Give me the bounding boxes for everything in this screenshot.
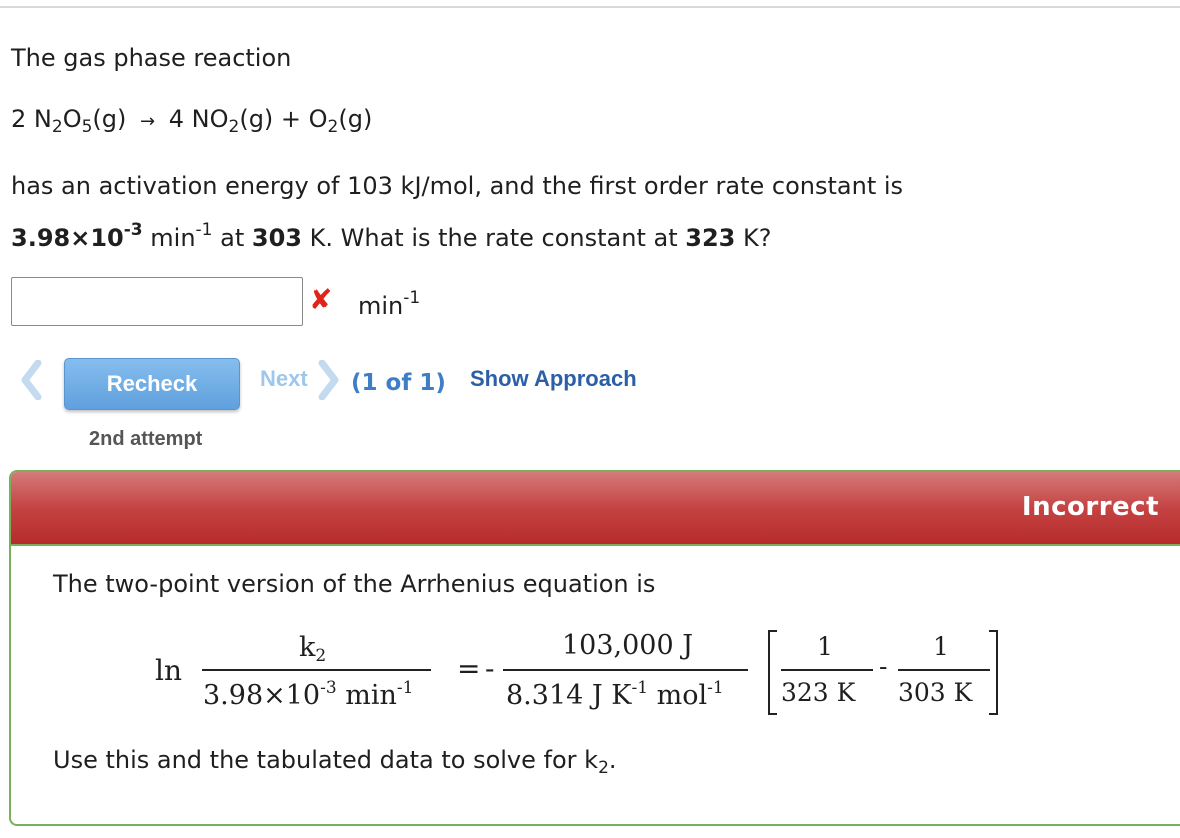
eq-fraction-bar-left <box>202 669 431 671</box>
status-badge: Incorrect <box>1021 492 1159 522</box>
eq-fraction-bar-a <box>781 669 873 671</box>
eq-activation-energy: 103,000 J <box>562 630 694 661</box>
question-counter: (1 of 1) <box>351 370 446 396</box>
feedback-header: Incorrect <box>11 472 1180 546</box>
next-button[interactable]: Next <box>260 366 308 392</box>
attempt-label: 2nd attempt <box>89 428 203 450</box>
feedback-panel: Incorrect The two-point version of the A… <box>9 470 1180 826</box>
show-approach-link[interactable]: Show Approach <box>470 366 637 392</box>
eq-fraction-bar-b <box>898 669 990 671</box>
question-intro: The gas phase reaction <box>11 44 292 72</box>
eq-equals: = <box>457 652 481 685</box>
next-chevron-icon[interactable] <box>317 359 341 404</box>
eq-one-a: 1 <box>817 632 833 661</box>
eq-k2: k2 <box>299 632 327 666</box>
question-line1: has an activation energy of 103 kJ/mol, … <box>11 172 904 200</box>
eq-ln: ln <box>155 654 182 687</box>
top-divider <box>0 6 1180 8</box>
eq-gas-constant: 8.314 J K-1 mol-1 <box>506 678 724 711</box>
answer-input[interactable] <box>11 277 303 326</box>
feedback-outro: Use this and the tabulated data to solve… <box>53 746 617 778</box>
eq-minus: - <box>485 652 495 685</box>
question-line2: 3.98×10-3 min-1 at 303 K. What is the ra… <box>11 220 772 252</box>
incorrect-x-icon: ✘ <box>309 283 333 316</box>
eq-T2: 323 K <box>781 678 856 707</box>
feedback-intro: The two-point version of the Arrhenius e… <box>53 570 656 598</box>
eq-T1: 303 K <box>898 678 973 707</box>
answer-unit: min-1 <box>358 288 421 320</box>
recheck-button[interactable]: Recheck <box>64 358 240 410</box>
previous-chevron-icon[interactable] <box>19 359 43 404</box>
eq-one-b: 1 <box>933 632 949 661</box>
eq-fraction-bar-mid <box>503 669 748 671</box>
reaction-equation: 2 N2O5(g) → 4 NO2(g) + O2(g) <box>11 105 373 137</box>
eq-minus-2: - <box>879 652 888 681</box>
eq-k1: 3.98×10-3 min-1 <box>203 678 414 711</box>
